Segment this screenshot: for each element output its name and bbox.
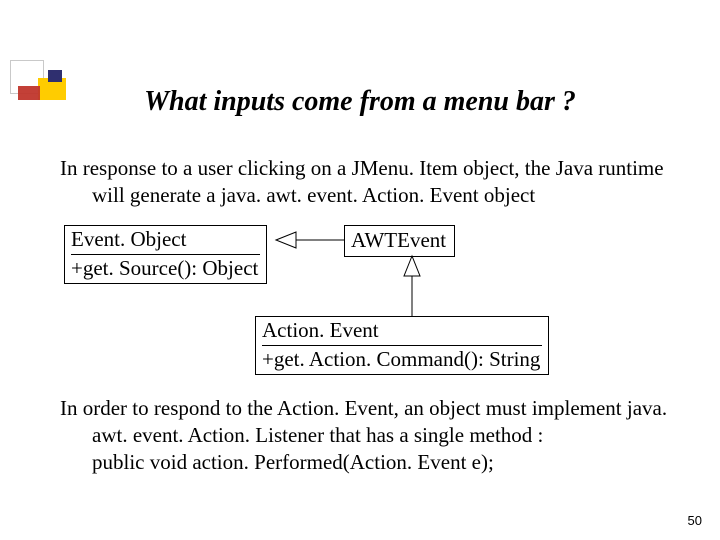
slide-title: What inputs come from a menu bar ? (0, 86, 720, 118)
uml-class-awt-event: AWTEvent (344, 225, 455, 257)
paragraph-2: In order to respond to the Action. Event… (60, 395, 672, 476)
uml-class-event-object: Event. Object +get. Source(): Object (64, 225, 267, 284)
deco-square-navy (48, 70, 62, 82)
uml-class-action-event: Action. Event +get. Action. Command(): S… (255, 316, 549, 375)
uml-operation: +get. Action. Command(): String (262, 346, 542, 373)
uml-operation: +get. Source(): Object (71, 255, 260, 282)
slide: { "title": "What inputs come from a menu… (0, 0, 720, 540)
uml-class-name: AWTEvent (351, 227, 448, 254)
page-number: 50 (688, 513, 702, 528)
paragraph-1: In response to a user clicking on a JMen… (60, 155, 678, 209)
uml-class-name: Action. Event (262, 318, 542, 346)
uml-class-name: Event. Object (71, 227, 260, 255)
